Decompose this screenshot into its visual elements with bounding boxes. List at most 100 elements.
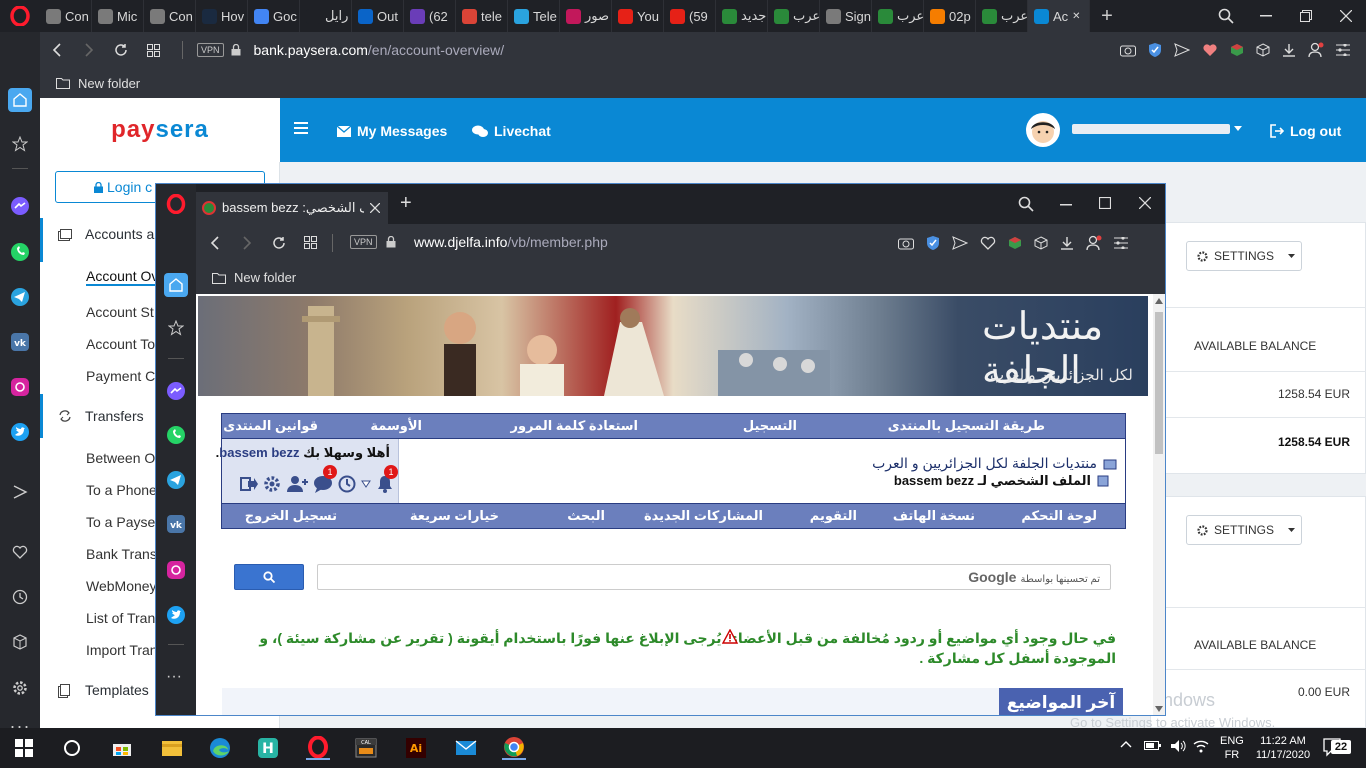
maximize-icon[interactable] bbox=[1099, 197, 1111, 209]
tab-djelfa[interactable]: bassem bezz :الملف الشخصي bbox=[196, 192, 388, 224]
whatsapp-icon[interactable] bbox=[8, 240, 32, 264]
search-tabs-icon[interactable] bbox=[1018, 196, 1034, 212]
chrome-icon[interactable] bbox=[502, 736, 526, 760]
cube-icon[interactable] bbox=[1034, 236, 1048, 250]
close-window-icon[interactable] bbox=[1326, 10, 1366, 22]
personal-news-heart-icon[interactable] bbox=[8, 540, 32, 564]
hotspot-shield-icon[interactable]: H bbox=[256, 736, 280, 760]
nav-recover-password[interactable]: استعادة كلمة المرور bbox=[510, 418, 638, 434]
reload-icon[interactable] bbox=[104, 43, 138, 57]
browser-tab[interactable]: رايل bbox=[300, 0, 352, 32]
browser-tab[interactable]: (62 bbox=[404, 0, 456, 32]
profile-icon[interactable] bbox=[1308, 42, 1324, 58]
browser-tab[interactable]: صور bbox=[560, 0, 612, 32]
messenger-icon[interactable] bbox=[8, 194, 32, 218]
browser-tab[interactable]: Goc bbox=[248, 0, 300, 32]
nav-account-statement[interactable]: Account St bbox=[86, 304, 154, 320]
nav-to-paysera[interactable]: To a Payse bbox=[86, 514, 155, 530]
messenger-icon[interactable] bbox=[166, 381, 186, 401]
tiles-icon[interactable] bbox=[138, 43, 168, 57]
network-icon[interactable] bbox=[1193, 739, 1209, 753]
url-field[interactable]: bank.paysera.com/en/account-overview/ bbox=[254, 42, 505, 58]
forward-icon[interactable] bbox=[74, 43, 104, 57]
forum-banner[interactable]: منتديات الجلفة لكل الجزائريين والعرب bbox=[198, 296, 1148, 396]
easy-setup-icon[interactable] bbox=[1336, 44, 1350, 56]
nav-account-tools[interactable]: Account To bbox=[86, 336, 155, 352]
cortana-search-icon[interactable] bbox=[60, 736, 84, 760]
volume-icon[interactable] bbox=[1170, 739, 1186, 753]
input-language[interactable]: ENG FR bbox=[1220, 734, 1244, 762]
browser-tab[interactable]: Tele bbox=[508, 0, 560, 32]
whatsapp-icon[interactable] bbox=[166, 425, 186, 445]
nav-new-posts[interactable]: المشاركات الجديدة bbox=[644, 508, 763, 524]
clock[interactable]: 11:22 AM 11/17/2020 bbox=[1252, 734, 1314, 762]
nav-calendar[interactable]: التقويم bbox=[810, 508, 857, 524]
transfers-section-title[interactable]: Transfers bbox=[85, 408, 144, 424]
history-icon[interactable] bbox=[8, 585, 32, 609]
new-tab-button[interactable]: + bbox=[400, 192, 412, 215]
search-input[interactable]: تم تحسينها بواسطة Google bbox=[317, 564, 1111, 590]
breadcrumb-forum-link[interactable]: منتديات الجلفة لكل الجزائريين و العرب bbox=[872, 455, 1097, 472]
paysera-logo[interactable]: pay sera bbox=[40, 98, 280, 162]
browser-tab[interactable]: 02p bbox=[924, 0, 976, 32]
browser-tab[interactable]: عرب bbox=[872, 0, 924, 32]
twitter-icon[interactable] bbox=[8, 420, 32, 444]
browser-tab[interactable]: Con bbox=[144, 0, 196, 32]
browser-tab[interactable]: جديد bbox=[716, 0, 768, 32]
close-tab-icon[interactable]: ✕ bbox=[1072, 11, 1080, 22]
browser-tab[interactable]: عرب bbox=[768, 0, 820, 32]
messages-button[interactable]: 1 bbox=[313, 465, 337, 493]
my-messages-link[interactable]: My Messages bbox=[337, 123, 447, 139]
easy-setup-icon[interactable] bbox=[1114, 237, 1128, 249]
profile-icon[interactable] bbox=[1086, 235, 1102, 251]
scroll-up-icon[interactable] bbox=[1155, 298, 1163, 304]
twitter-icon[interactable] bbox=[166, 605, 186, 625]
dropdown-triangle-icon[interactable] bbox=[361, 480, 371, 488]
search-button[interactable] bbox=[234, 564, 304, 590]
latest-topics-tab[interactable]: آخر المواضيع bbox=[999, 688, 1123, 715]
nav-webmoney[interactable]: WebMoney bbox=[86, 578, 157, 594]
livechat-link[interactable]: Livechat bbox=[472, 123, 551, 139]
bookmark-folder[interactable]: New folder bbox=[212, 270, 296, 285]
instagram-icon[interactable] bbox=[8, 375, 32, 399]
clock-icon[interactable] bbox=[338, 475, 356, 493]
camera-icon[interactable] bbox=[898, 236, 914, 250]
cube-icon[interactable] bbox=[1256, 43, 1270, 57]
extension-cube-icon[interactable] bbox=[1008, 236, 1022, 250]
minimize-icon[interactable] bbox=[1060, 204, 1072, 206]
download-icon[interactable] bbox=[1060, 236, 1074, 250]
close-window-icon[interactable] bbox=[1139, 197, 1151, 209]
browser-tab[interactable]: عرب bbox=[976, 0, 1028, 32]
browser-tab[interactable]: (59 bbox=[664, 0, 716, 32]
vk-icon[interactable]: vk bbox=[8, 330, 32, 354]
logout-arrow-icon[interactable] bbox=[240, 476, 258, 492]
forward-icon[interactable] bbox=[242, 236, 252, 250]
notifications-button[interactable]: 1 bbox=[376, 465, 398, 493]
nav-payment-cards[interactable]: Payment C bbox=[86, 368, 155, 384]
nav-list-of-transfers[interactable]: List of Tran bbox=[86, 610, 155, 626]
telegram-icon[interactable] bbox=[166, 470, 186, 490]
search-tabs-icon[interactable] bbox=[1206, 8, 1246, 24]
accounts-section-title[interactable]: Accounts a bbox=[85, 226, 154, 242]
opera-menu-icon[interactable] bbox=[0, 0, 40, 32]
settings-dropdown[interactable]: SETTINGS bbox=[1186, 241, 1302, 271]
nav-register[interactable]: التسجيل bbox=[743, 418, 797, 434]
vpn-badge[interactable]: VPN bbox=[197, 43, 224, 57]
heart-icon[interactable] bbox=[980, 236, 996, 250]
edge-icon[interactable] bbox=[208, 736, 232, 760]
nav-registration-guide[interactable]: طريقة التسجيل بالمنتدى bbox=[888, 418, 1045, 434]
minimize-icon[interactable] bbox=[1246, 15, 1286, 17]
nav-medals[interactable]: الأوسمة bbox=[370, 418, 422, 434]
url-field[interactable]: www.djelfa.info/vb/member.php bbox=[414, 234, 608, 250]
extension-cube-icon[interactable] bbox=[1230, 43, 1244, 57]
nav-control-panel[interactable]: لوحة التحكم bbox=[1021, 508, 1097, 524]
extensions-icon[interactable] bbox=[8, 630, 32, 654]
scrollbar-thumb[interactable] bbox=[1155, 312, 1163, 454]
shield-icon[interactable] bbox=[1148, 42, 1162, 58]
mail-icon[interactable] bbox=[454, 736, 478, 760]
more-icon[interactable]: ··· bbox=[166, 668, 182, 686]
nav-import-transfers[interactable]: Import Tran bbox=[86, 642, 158, 658]
send-icon[interactable] bbox=[952, 236, 968, 250]
hamburger-menu-icon[interactable] bbox=[294, 122, 308, 134]
browser-tab[interactable]: Hov bbox=[196, 0, 248, 32]
